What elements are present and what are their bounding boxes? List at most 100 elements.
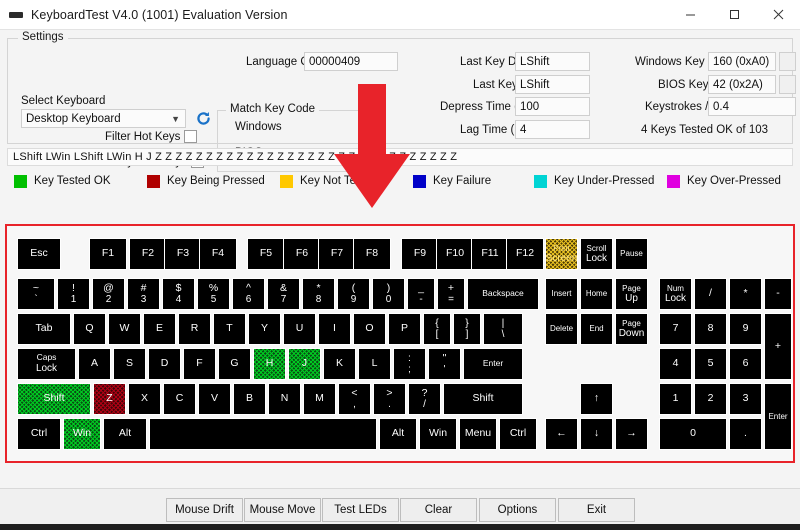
key-win[interactable]: Win — [419, 418, 457, 450]
key-esc[interactable]: Esc — [17, 238, 61, 270]
key-j[interactable]: J — [288, 348, 321, 380]
key-[interactable]: + — [764, 313, 792, 380]
test-leds-button[interactable]: Test LEDs — [322, 498, 399, 522]
key-page-down[interactable]: Page Down — [615, 313, 648, 345]
language-code-field[interactable]: 00000409 — [304, 52, 398, 71]
key-[interactable]: * — [729, 278, 762, 310]
key-[interactable]: . — [729, 418, 762, 450]
key-i[interactable]: I — [318, 313, 351, 345]
key-7[interactable]: 7 — [659, 313, 692, 345]
key-[interactable]: ? / — [408, 383, 441, 415]
key-insert[interactable]: Insert — [545, 278, 578, 310]
key-c[interactable]: C — [163, 383, 196, 415]
key-3[interactable]: 3 — [729, 383, 762, 415]
key-r[interactable]: R — [178, 313, 211, 345]
key-6[interactable]: 6 — [729, 348, 762, 380]
key-shift[interactable]: Shift — [17, 383, 91, 415]
key-f7[interactable]: F7 — [318, 238, 356, 270]
key-9[interactable]: (9 — [337, 278, 370, 310]
key-s[interactable]: S — [113, 348, 146, 380]
key-backspace[interactable]: Backspace — [467, 278, 539, 310]
key-[interactable]: " ' — [428, 348, 461, 380]
filter-hot-keys-checkbox[interactable] — [184, 130, 198, 143]
key-[interactable]: | \ — [483, 313, 523, 345]
key-h[interactable]: H — [253, 348, 286, 380]
key-[interactable]: :; — [393, 348, 426, 380]
key-o[interactable]: O — [353, 313, 386, 345]
select-keyboard-dropdown[interactable]: Desktop Keyboard ▼ — [21, 109, 186, 128]
clear-button[interactable]: Clear — [400, 498, 477, 522]
key-0[interactable]: 0 — [659, 418, 727, 450]
key-pause[interactable]: Pause — [615, 238, 648, 270]
key-f1[interactable]: F1 — [89, 238, 127, 270]
key-[interactable]: >. — [373, 383, 406, 415]
minimize-button[interactable] — [668, 0, 712, 30]
key-b[interactable]: B — [233, 383, 266, 415]
key-ctrl[interactable]: Ctrl — [499, 418, 537, 450]
key-[interactable]: + = — [437, 278, 465, 310]
key-[interactable]: → — [615, 418, 648, 450]
key-f8[interactable]: F8 — [353, 238, 391, 270]
match-windows-option[interactable]: Windows — [235, 121, 282, 133]
key-7[interactable]: & 7 — [267, 278, 300, 310]
key-num-lock[interactable]: Num Lock — [659, 278, 692, 310]
key-y[interactable]: Y — [248, 313, 281, 345]
key-l[interactable]: L — [358, 348, 391, 380]
key-f[interactable]: F — [183, 348, 216, 380]
key-f2[interactable]: F2 — [129, 238, 167, 270]
refresh-icon[interactable] — [193, 108, 214, 129]
key-2[interactable]: 2 — [694, 383, 727, 415]
key-6[interactable]: ^ 6 — [232, 278, 265, 310]
key-end[interactable]: End — [580, 313, 613, 345]
key-n[interactable]: N — [268, 383, 301, 415]
key-8[interactable]: * 8 — [302, 278, 335, 310]
key-f9[interactable]: F9 — [401, 238, 439, 270]
key-d[interactable]: D — [148, 348, 181, 380]
key-[interactable]: ↑ — [580, 383, 613, 415]
close-button[interactable] — [756, 0, 800, 30]
options-button[interactable]: Options — [479, 498, 556, 522]
key-page-up[interactable]: Page Up — [615, 278, 648, 310]
key-tab[interactable]: Tab — [17, 313, 71, 345]
key-1[interactable]: ! 1 — [57, 278, 90, 310]
filter-hot-keys-row[interactable]: Filter Hot Keys — [105, 130, 198, 143]
key-spacebar[interactable] — [149, 418, 377, 450]
key-p[interactable]: P — [388, 313, 421, 345]
maximize-button[interactable] — [712, 0, 756, 30]
key-x[interactable]: X — [128, 383, 161, 415]
key-alt[interactable]: Alt — [379, 418, 417, 450]
key-shift[interactable]: Shift — [443, 383, 523, 415]
key-scroll-lock[interactable]: Scroll Lock — [580, 238, 613, 270]
key-f4[interactable]: F4 — [199, 238, 237, 270]
key-4[interactable]: $4 — [162, 278, 195, 310]
key-[interactable]: }] — [453, 313, 481, 345]
key-[interactable]: - — [764, 278, 792, 310]
key-1[interactable]: 1 — [659, 383, 692, 415]
key-alt[interactable]: Alt — [103, 418, 147, 450]
exit-button[interactable]: Exit — [558, 498, 635, 522]
key-f3[interactable]: F3 — [164, 238, 202, 270]
key-enter[interactable]: Enter — [463, 348, 523, 380]
key-win[interactable]: Win — [63, 418, 101, 450]
key-f5[interactable]: F5 — [247, 238, 285, 270]
key-[interactable]: {[ — [423, 313, 451, 345]
key-ctrl[interactable]: Ctrl — [17, 418, 61, 450]
key-caps-lock[interactable]: Caps Lock — [17, 348, 76, 380]
key-[interactable]: ← — [545, 418, 578, 450]
key-5[interactable]: % 5 — [197, 278, 230, 310]
key-u[interactable]: U — [283, 313, 316, 345]
key-menu[interactable]: Menu — [459, 418, 497, 450]
key-e[interactable]: E — [143, 313, 176, 345]
key-delete[interactable]: Delete — [545, 313, 578, 345]
key-enter[interactable]: Enter — [764, 383, 792, 450]
key-m[interactable]: M — [303, 383, 336, 415]
key-9[interactable]: 9 — [729, 313, 762, 345]
key-f6[interactable]: F6 — [283, 238, 321, 270]
key-4[interactable]: 4 — [659, 348, 692, 380]
key-[interactable]: <, — [338, 383, 371, 415]
key-z[interactable]: Z — [93, 383, 126, 415]
key-3[interactable]: #3 — [127, 278, 160, 310]
mouse-move-button[interactable]: Mouse Move — [244, 498, 321, 522]
key-8[interactable]: 8 — [694, 313, 727, 345]
key-print-screen[interactable]: Print Screen — [545, 238, 578, 270]
